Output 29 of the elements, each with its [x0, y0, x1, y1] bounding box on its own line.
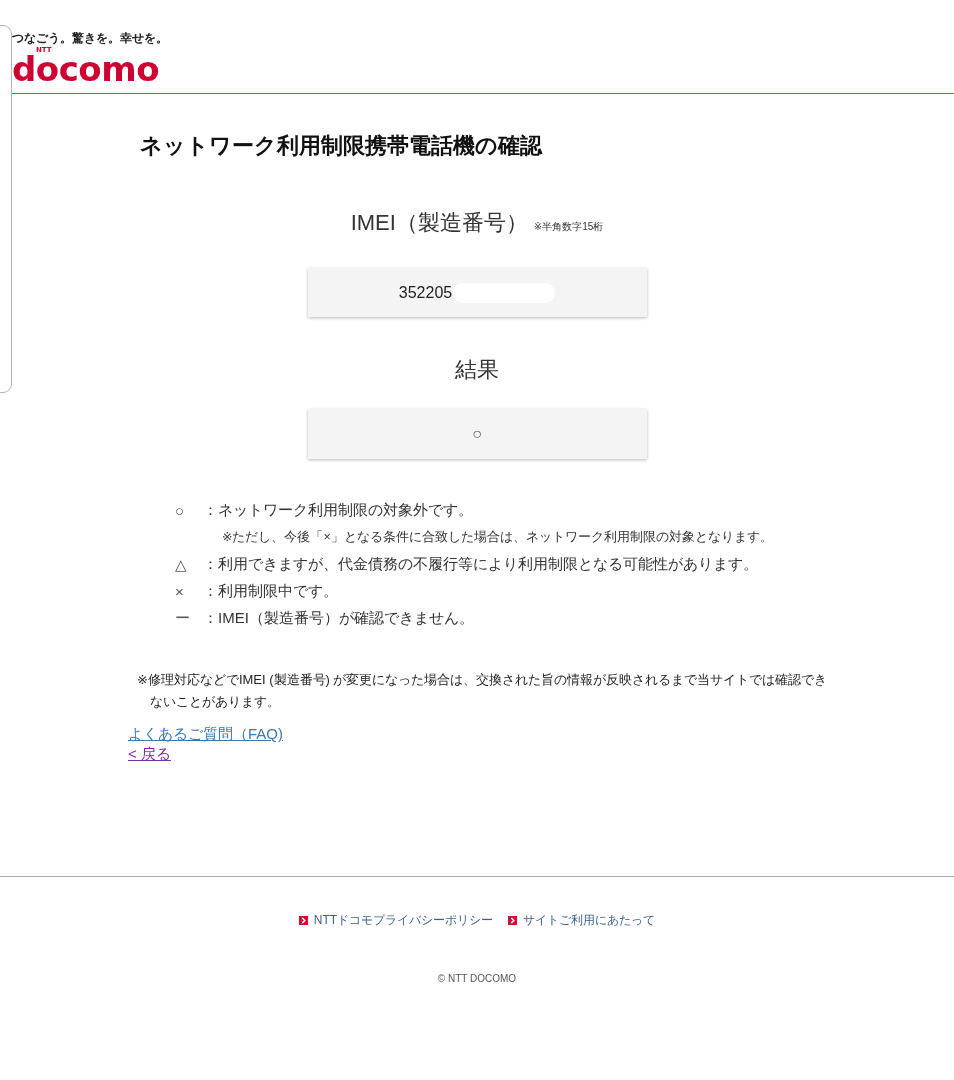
chevron-icon	[298, 916, 308, 925]
legend-colon: ：	[203, 555, 218, 574]
footer-link[interactable]: サイトご利用にあたって	[508, 913, 656, 928]
faq-link[interactable]: よくあるご質問（FAQ)	[128, 724, 283, 744]
legend-symbol: ×	[175, 583, 185, 600]
copyright-text: © NTT DOCOMO	[437, 972, 517, 986]
legend-colon: ：	[203, 609, 218, 628]
tagline: つなごう。驚きを。幸せを。	[12, 31, 168, 45]
field-hint: ※半角数字15桁	[533, 220, 604, 234]
back-link[interactable]: < 戻る	[128, 744, 171, 764]
legend-text: IMEI（製造番号）が確認できません。	[218, 609, 474, 628]
legend-colon: ：	[203, 501, 218, 520]
legend-text: 利用制限中です。	[218, 582, 338, 601]
result-value: ○	[472, 424, 482, 444]
legend-symbol: ー	[175, 609, 191, 628]
legend-note: ※ただし、今後「×」となる条件に合致した場合は、ネットワーク利用制限の対象となります。	[222, 529, 773, 546]
legend-symbol: ○	[175, 502, 186, 519]
notice-text: ※修理対応などでIMEI (製造番号) が変更になった場合は、交換された旨の情報が反映されるまで当サイトでは確認できないことがあります。	[137, 671, 828, 711]
logo-wordmark: docomo	[12, 54, 159, 84]
legend-symbol: △	[175, 555, 188, 574]
field-label: IMEI（製造番号）	[350, 209, 528, 237]
result-label: 結果	[455, 356, 499, 384]
footer-link[interactable]: NTTドコモプライバシーポリシー	[298, 913, 494, 928]
chevron-icon	[508, 916, 518, 925]
page-title: ネットワーク利用制限携帯電話機の確認	[140, 132, 542, 160]
field-value: 352205	[398, 282, 453, 303]
legend-text: 利用できますが、代金債務の不履行等により利用制限となる可能性があります。	[218, 555, 758, 574]
legend-colon: ：	[203, 582, 218, 601]
legend-text: ネットワーク利用制限の対象外です。	[218, 501, 473, 520]
